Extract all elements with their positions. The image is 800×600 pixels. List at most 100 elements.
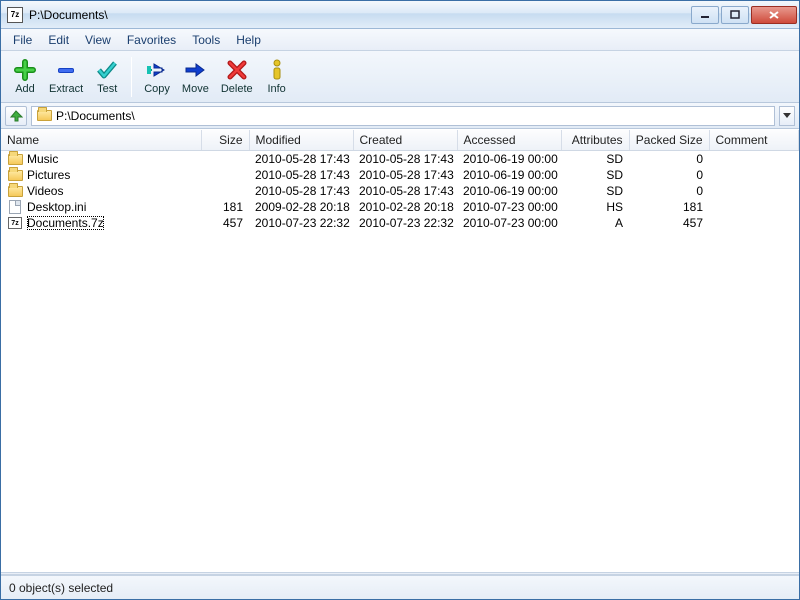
row-packed: 457 [629,215,709,231]
maximize-button[interactable] [721,6,749,24]
test-button[interactable]: Test [89,56,125,97]
path-dropdown-button[interactable] [779,106,795,126]
move-arrow-icon [183,58,207,82]
row-accessed: 2010-07-23 00:00 [457,215,561,231]
row-attr: A [561,215,629,231]
menu-tools[interactable]: Tools [184,31,228,49]
row-size [201,167,249,183]
minus-icon [54,58,78,82]
plus-icon [13,58,37,82]
titlebar[interactable]: 7z P:\Documents\ [1,1,799,29]
row-modified: 2010-07-23 22:32 [249,215,353,231]
row-modified: 2010-05-28 17:43 [249,183,353,199]
row-icon [7,152,23,166]
app-window: 7z P:\Documents\ File Edit View Favorite… [0,0,800,600]
table-row[interactable]: Music2010-05-28 17:432010-05-28 17:43201… [1,151,799,168]
row-accessed: 2010-06-19 00:00 [457,167,561,183]
col-comment[interactable]: Comment [709,130,799,151]
row-size [201,151,249,168]
pathbar: P:\Documents\ [1,103,799,129]
row-icon [7,184,23,198]
toolbar-separator [131,57,132,97]
row-icon [7,200,23,214]
minimize-button[interactable] [691,6,719,24]
chevron-down-icon [783,113,791,119]
col-packed[interactable]: Packed Size [629,130,709,151]
move-button[interactable]: Move [176,56,215,97]
row-packed: 0 [629,167,709,183]
col-name[interactable]: Name [1,130,201,151]
close-button[interactable] [751,6,797,24]
app-icon: 7z [7,7,23,23]
row-size [201,183,249,199]
row-name: Pictures [27,168,70,182]
row-modified: 2010-05-28 17:43 [249,151,353,168]
row-created: 2010-05-28 17:43 [353,151,457,168]
row-comment [709,167,799,183]
row-comment [709,215,799,231]
col-size[interactable]: Size [201,130,249,151]
menu-view[interactable]: View [77,31,119,49]
row-attr: SD [561,167,629,183]
file-list[interactable]: Name Size Modified Created Accessed Attr… [1,129,799,572]
menubar: File Edit View Favorites Tools Help [1,29,799,51]
col-attributes[interactable]: Attributes [561,130,629,151]
row-attr: SD [561,151,629,168]
row-packed: 0 [629,183,709,199]
info-icon [265,58,289,82]
copy-arrow-icon [145,58,169,82]
copy-button[interactable]: Copy [138,56,176,97]
row-size: 181 [201,199,249,215]
row-size: 457 [201,215,249,231]
menu-help[interactable]: Help [228,31,269,49]
col-accessed[interactable]: Accessed [457,130,561,151]
toolbar: Add Extract Test Copy [1,51,799,103]
folder-icon [36,109,52,123]
window-title: P:\Documents\ [29,8,691,22]
table-row[interactable]: Videos2010-05-28 17:432010-05-28 17:4320… [1,183,799,199]
row-created: 2010-02-28 20:18 [353,199,457,215]
row-name: Music [27,152,58,166]
delete-button[interactable]: Delete [215,56,259,97]
row-attr: HS [561,199,629,215]
row-modified: 2009-02-28 20:18 [249,199,353,215]
row-modified: 2010-05-28 17:43 [249,167,353,183]
row-comment [709,199,799,215]
row-name: Videos [27,184,63,198]
row-icon: 7z [7,216,23,230]
row-name: Desktop.ini [27,200,86,214]
table-row[interactable]: Desktop.ini1812009-02-28 20:182010-02-28… [1,199,799,215]
row-packed: 181 [629,199,709,215]
menu-favorites[interactable]: Favorites [119,31,184,49]
row-icon [7,168,23,182]
window-controls [691,6,797,24]
col-modified[interactable]: Modified [249,130,353,151]
row-name: Documents.7z [27,216,104,230]
x-icon [225,58,249,82]
up-button[interactable] [5,106,27,126]
row-accessed: 2010-06-19 00:00 [457,151,561,168]
menu-edit[interactable]: Edit [40,31,77,49]
row-created: 2010-05-28 17:43 [353,183,457,199]
add-button[interactable]: Add [7,56,43,97]
statusbar: 0 object(s) selected [1,575,799,599]
table-row[interactable]: Pictures 2010-05-28 17:432010-05-28 17:43… [1,167,799,183]
status-text: 0 object(s) selected [9,581,113,595]
row-packed: 0 [629,151,709,168]
folder-up-icon [9,109,23,123]
row-created: 2010-07-23 22:32 [353,215,457,231]
path-text: P:\Documents\ [56,109,135,123]
row-accessed: 2010-06-19 00:00 [457,183,561,199]
menu-file[interactable]: File [5,31,40,49]
table-row[interactable]: 7zDocuments.7z4572010-07-23 22:322010-07… [1,215,799,231]
extract-button[interactable]: Extract [43,56,89,97]
path-field[interactable]: P:\Documents\ [31,106,775,126]
row-accessed: 2010-07-23 00:00 [457,199,561,215]
column-headers: Name Size Modified Created Accessed Attr… [1,130,799,151]
info-button[interactable]: Info [259,56,295,97]
check-icon [95,58,119,82]
row-created: 2010-05-28 17:43 [353,167,457,183]
col-created[interactable]: Created [353,130,457,151]
row-comment [709,151,799,168]
row-attr: SD [561,183,629,199]
